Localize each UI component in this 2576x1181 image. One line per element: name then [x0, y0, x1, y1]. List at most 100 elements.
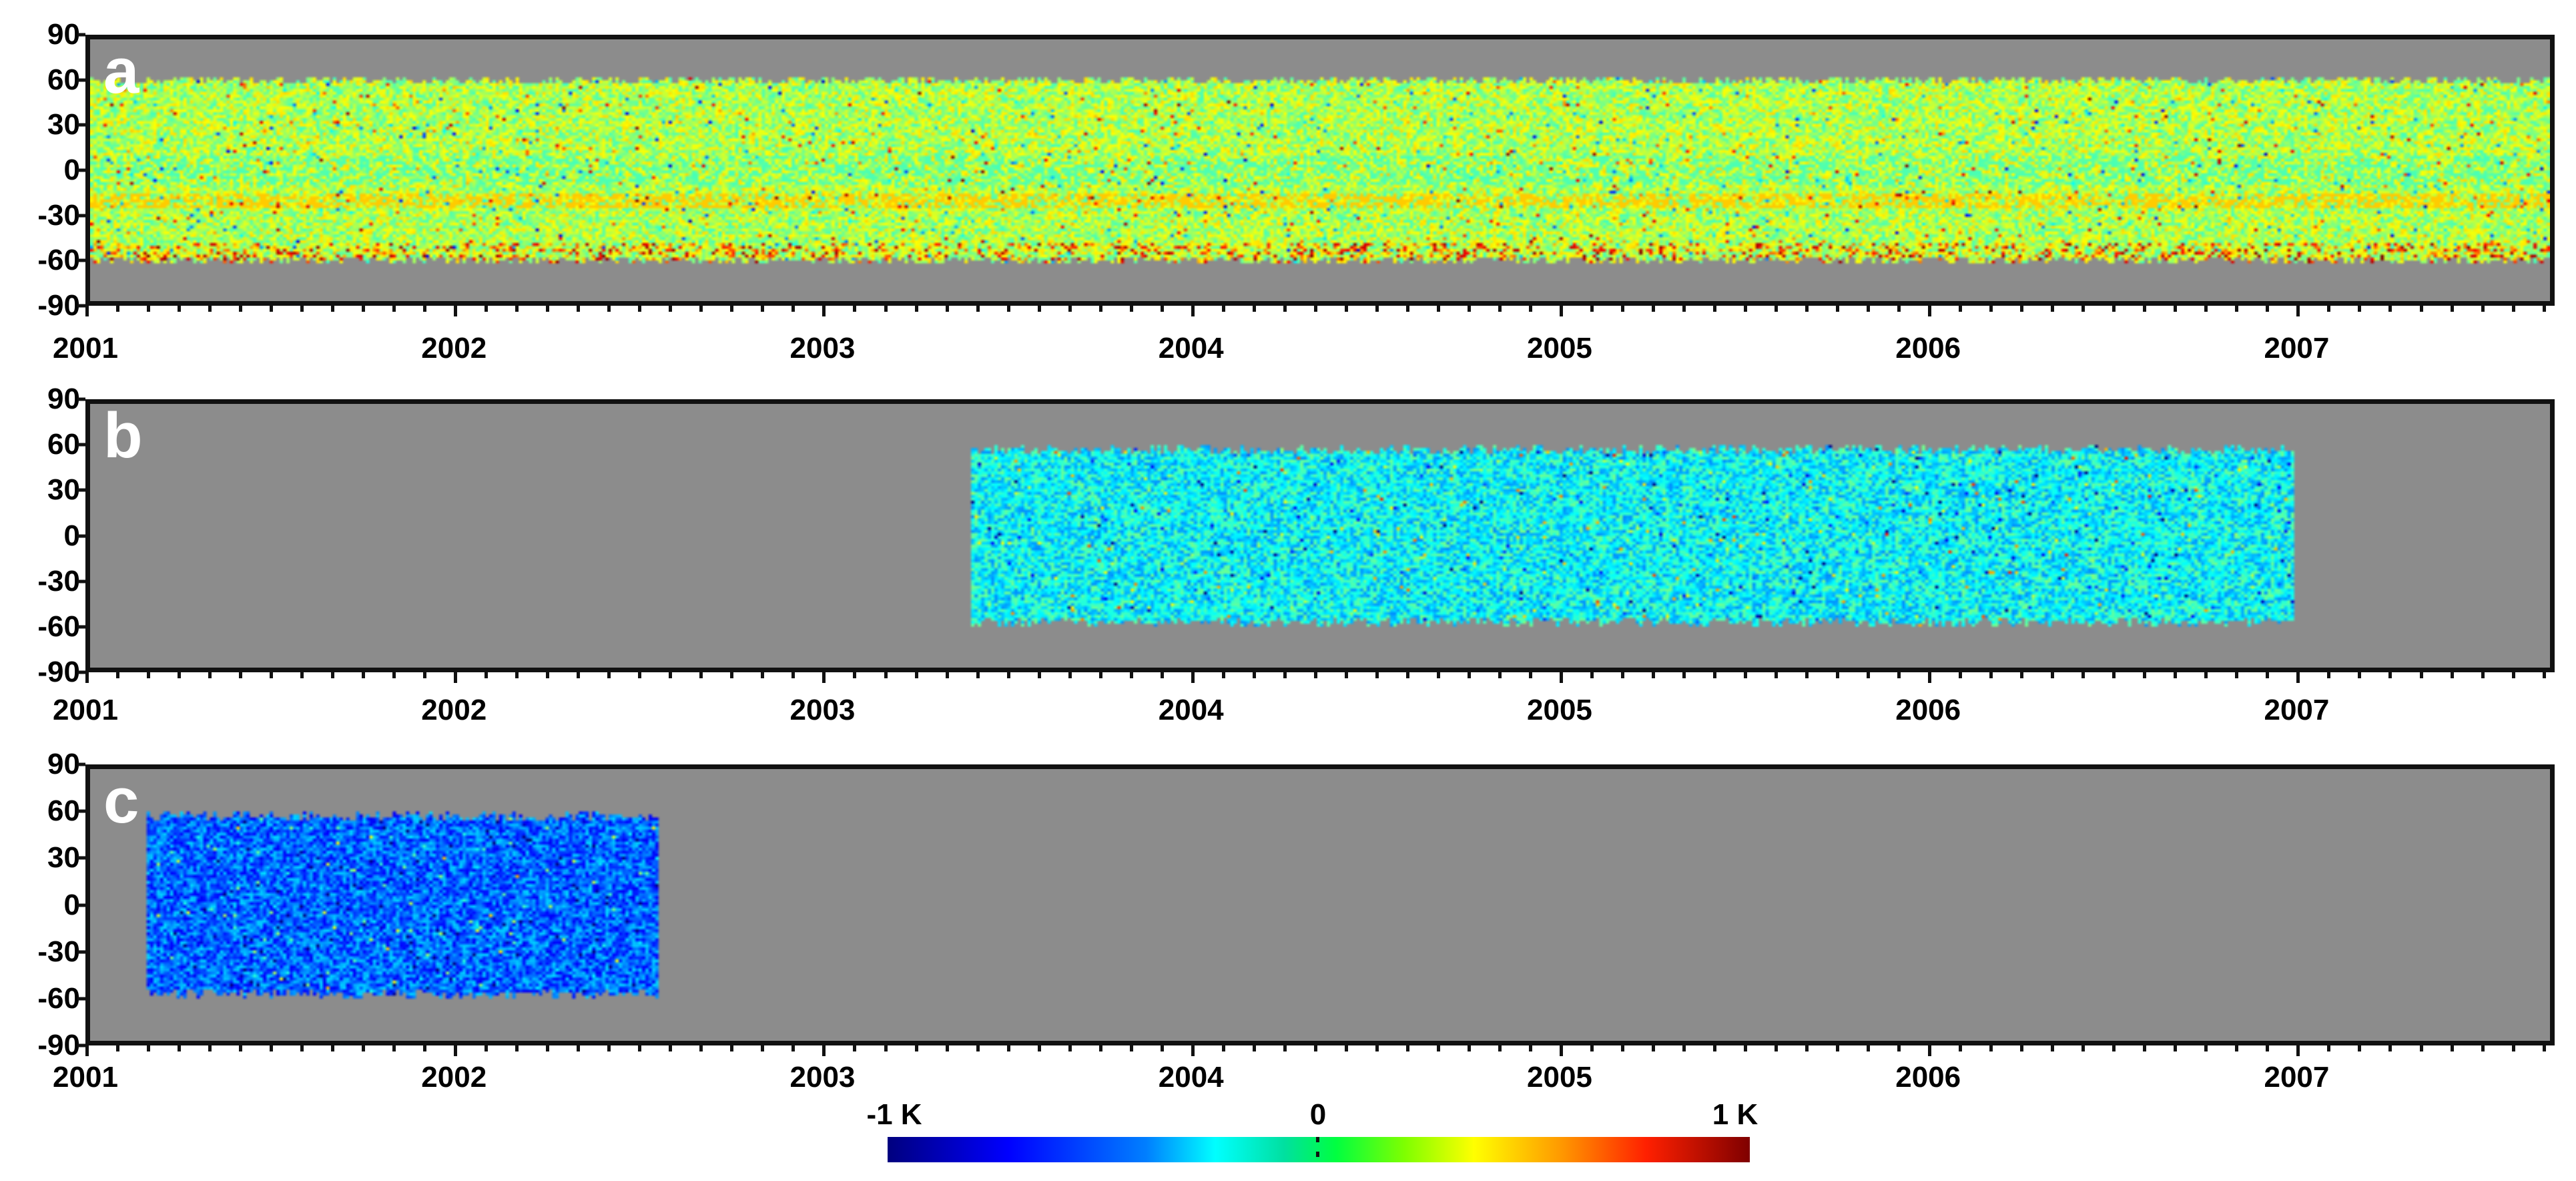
- x-tick-mark: [1098, 306, 1102, 312]
- x-tick-mark: [2143, 306, 2147, 312]
- y-tick-label: 0: [63, 888, 80, 921]
- x-tick-mark: [1405, 672, 1409, 678]
- x-tick-mark: [1252, 1045, 1256, 1051]
- x-tick-mark: [1405, 1045, 1409, 1051]
- x-tick-mark: [1436, 1045, 1440, 1051]
- x-tick-mark: [2327, 1045, 2331, 1051]
- x-tick-mark: [1897, 306, 1901, 312]
- y-tick-label: -30: [37, 198, 80, 232]
- y-tick-label: -30: [37, 935, 80, 968]
- x-tick-mark: [2174, 672, 2178, 678]
- x-tick-mark: [884, 1045, 888, 1051]
- x-tick-mark: [1037, 306, 1041, 312]
- y-tick-label: 30: [47, 473, 80, 507]
- x-tick-mark: [699, 306, 703, 312]
- x-tick-mark: [577, 1045, 581, 1051]
- x-tick-mark: [1068, 306, 1072, 312]
- x-tick-mark: [1528, 672, 1532, 678]
- y-tick-label: -60: [37, 244, 80, 277]
- x-tick-mark: [791, 1045, 795, 1051]
- x-tick-mark: [914, 1045, 918, 1051]
- x-tick-label: 2002: [421, 1061, 487, 1094]
- x-tick-mark: [1068, 1045, 1072, 1051]
- x-tick-mark: [2388, 1045, 2392, 1051]
- x-tick-label: 2006: [1895, 1061, 1961, 1094]
- y-tick-mark: [77, 214, 85, 218]
- x-tick-mark: [2112, 672, 2116, 678]
- x-tick-mark: [1620, 306, 1624, 312]
- x-tick-mark: [270, 1045, 274, 1051]
- x-tick-mark: [1959, 672, 1963, 678]
- x-tick-mark: [2296, 1045, 2300, 1056]
- x-tick-mark: [1805, 1045, 1809, 1051]
- x-tick-mark: [1775, 306, 1779, 312]
- x-tick-mark: [2419, 306, 2423, 312]
- x-tick-mark: [1191, 306, 1195, 316]
- x-tick-mark: [2388, 672, 2392, 678]
- x-tick-mark: [1498, 672, 1502, 678]
- x-tick-mark: [638, 306, 642, 312]
- x-tick-mark: [669, 306, 673, 312]
- x-tick-mark: [331, 306, 335, 312]
- x-tick-mark: [1836, 672, 1840, 678]
- x-tick-mark: [2143, 672, 2147, 678]
- x-tick-mark: [2235, 1045, 2239, 1051]
- x-tick-mark: [1805, 672, 1809, 678]
- x-tick-mark: [1283, 306, 1287, 312]
- y-tick-mark: [77, 579, 85, 583]
- x-tick-mark: [730, 672, 734, 678]
- x-tick-mark: [1098, 672, 1102, 678]
- x-tick-mark: [208, 672, 212, 678]
- x-tick-mark: [116, 672, 120, 678]
- x-tick-mark: [1375, 1045, 1379, 1051]
- x-tick-mark: [2051, 672, 2055, 678]
- x-tick-mark: [822, 1045, 826, 1056]
- x-tick-mark: [1559, 306, 1563, 316]
- x-tick-mark: [1129, 306, 1133, 312]
- y-tick-label: -90: [37, 289, 80, 322]
- x-tick-mark: [85, 672, 89, 683]
- heatmap-panel-b: b: [85, 399, 2555, 672]
- x-tick-mark: [1836, 1045, 1840, 1051]
- x-tick-mark: [300, 672, 304, 678]
- y-tick-mark: [77, 670, 85, 674]
- x-tick-mark: [116, 1045, 120, 1051]
- x-tick-mark: [1652, 1045, 1655, 1051]
- x-tick-mark: [2204, 1045, 2208, 1051]
- x-tick-mark: [1620, 1045, 1624, 1051]
- x-tick-mark: [607, 672, 611, 678]
- x-tick-mark: [2481, 672, 2485, 678]
- x-tick-mark: [1129, 672, 1133, 678]
- x-tick-mark: [1313, 672, 1317, 678]
- x-tick-mark: [976, 672, 980, 678]
- x-tick-mark: [423, 1045, 427, 1051]
- x-tick-mark: [1344, 672, 1348, 678]
- y-tick-label: 90: [47, 748, 80, 780]
- x-tick-mark: [1959, 306, 1963, 312]
- x-tick-mark: [1620, 672, 1624, 678]
- y-tick-label: 30: [47, 108, 80, 142]
- x-tick-mark: [178, 672, 182, 678]
- x-tick-mark: [454, 1045, 458, 1056]
- y-tick-mark: [77, 997, 85, 1001]
- y-tick-mark: [77, 78, 85, 82]
- x-tick-mark: [2204, 306, 2208, 312]
- x-tick-label: 2004: [1158, 332, 1224, 365]
- x-tick-mark: [791, 672, 795, 678]
- x-tick-mark: [1006, 306, 1010, 312]
- x-tick-mark: [1744, 1045, 1748, 1051]
- x-tick-mark: [515, 1045, 519, 1051]
- x-tick-mark: [392, 1045, 396, 1051]
- x-tick-mark: [485, 1045, 489, 1051]
- x-tick-mark: [2081, 306, 2085, 312]
- x-tick-mark: [607, 1045, 611, 1051]
- x-tick-mark: [2174, 306, 2178, 312]
- x-tick-mark: [147, 672, 151, 678]
- x-tick-mark: [1191, 672, 1195, 683]
- heatmap-panel-c: c: [85, 764, 2555, 1045]
- x-tick-mark: [1989, 672, 1993, 678]
- x-tick-mark: [2020, 1045, 2024, 1051]
- x-tick-label: 2007: [2264, 694, 2330, 726]
- x-tick-mark: [2358, 1045, 2362, 1051]
- x-tick-mark: [853, 1045, 857, 1051]
